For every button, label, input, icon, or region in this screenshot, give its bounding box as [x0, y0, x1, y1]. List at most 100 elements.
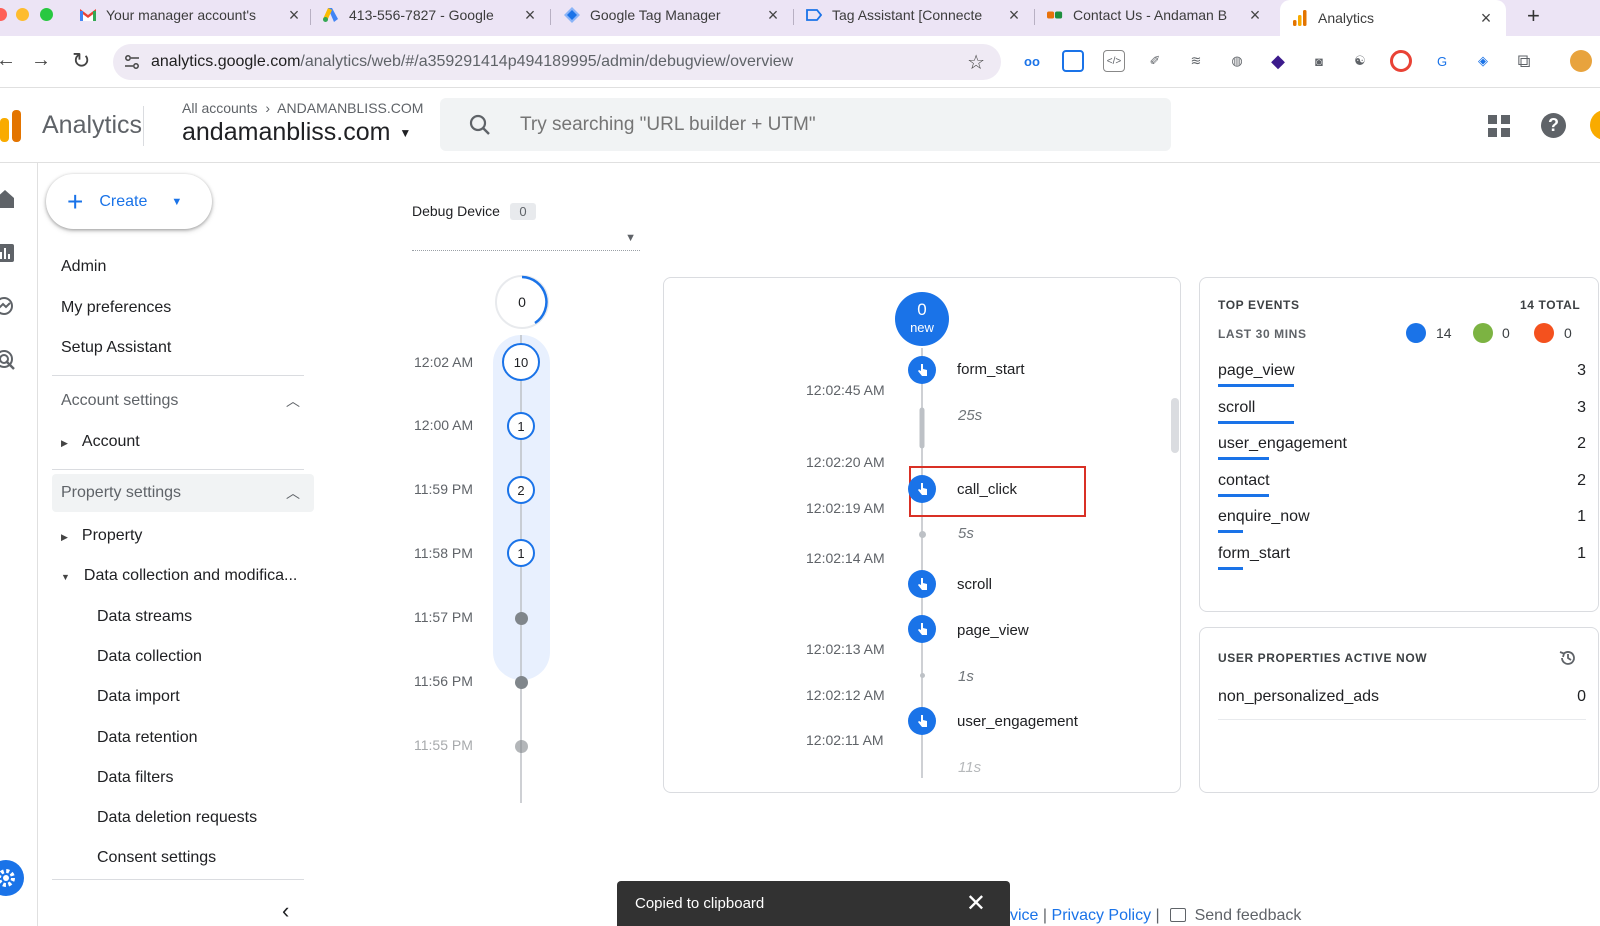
nav-consent-settings[interactable]: Consent settings [97, 849, 216, 867]
browser-tab[interactable]: Google Tag Manager × [564, 0, 781, 30]
extension-icon[interactable]: ◆ [1267, 50, 1289, 72]
event-name[interactable]: form_start [957, 361, 1025, 378]
top-event-name[interactable]: enquire_now [1218, 508, 1310, 526]
seconds-bubble[interactable]: 0 [495, 275, 549, 329]
close-icon[interactable]: × [522, 5, 538, 26]
minute-bubble[interactable]: 1 [507, 539, 535, 567]
nav-data-streams[interactable]: Data streams [97, 608, 192, 626]
nav-account[interactable]: ▶ Account [61, 433, 140, 451]
camera-icon[interactable]: ◙ [1308, 50, 1330, 72]
nav-data-filters[interactable]: Data filters [97, 769, 173, 787]
nav-my-preferences[interactable]: My preferences [61, 299, 171, 317]
reload-icon[interactable]: ↻ [72, 48, 90, 74]
nav-data-retention[interactable]: Data retention [97, 729, 198, 747]
advertising-icon[interactable] [0, 349, 16, 376]
close-icon[interactable]: × [286, 5, 302, 26]
nav-property-settings[interactable]: Property settings ︿ [52, 474, 314, 512]
account-avatar[interactable] [1590, 110, 1600, 140]
nav-data-import[interactable]: Data import [97, 688, 180, 706]
event-touch-icon[interactable] [908, 356, 936, 384]
window-minimize-dot[interactable] [16, 8, 29, 21]
extension-icon[interactable]: ◈ [1472, 50, 1494, 72]
extensions-puzzle-icon[interactable]: ⧉ [1513, 50, 1535, 72]
bookmark-star-icon[interactable]: ☆ [967, 50, 985, 75]
site-settings-icon[interactable] [113, 54, 151, 70]
window-maximize-dot[interactable] [40, 8, 53, 21]
nav-property[interactable]: ▶ Property [61, 527, 142, 545]
nav-account-settings[interactable]: Account settings ︿ [52, 382, 314, 420]
extension-icon[interactable] [1062, 50, 1084, 72]
event-name[interactable]: user_engagement [957, 713, 1078, 730]
top-event-name[interactable]: page_view [1218, 362, 1295, 380]
top-event-row[interactable]: scroll 3 [1218, 395, 1586, 431]
extension-icon[interactable]: ✐ [1144, 50, 1166, 72]
nav-setup-assistant[interactable]: Setup Assistant [61, 339, 171, 357]
extension-icon[interactable]: ◍ [1226, 50, 1248, 72]
window-close-dot[interactable] [0, 8, 7, 21]
extension-icon[interactable]: ≋ [1185, 50, 1207, 72]
forward-icon[interactable]: → [31, 49, 51, 72]
browser-tab-active[interactable]: Analytics × [1280, 0, 1506, 36]
close-icon[interactable]: × [1006, 5, 1022, 26]
event-touch-icon[interactable] [908, 570, 936, 598]
help-icon[interactable]: ? [1541, 113, 1566, 138]
search-input[interactable] [520, 113, 1140, 136]
terms-link[interactable]: vice [1010, 907, 1038, 924]
breadcrumb-all-accounts[interactable]: All accounts [182, 100, 257, 116]
extension-icon[interactable] [1390, 50, 1412, 72]
top-event-row[interactable]: contact 2 [1218, 468, 1586, 504]
admin-gear-icon[interactable] [0, 860, 24, 896]
event-name[interactable]: scroll [957, 576, 992, 593]
top-event-name[interactable]: user_engagement [1218, 435, 1347, 453]
collapse-nav-icon[interactable]: ‹ [282, 898, 289, 924]
extension-icon[interactable]: ☯ [1349, 50, 1371, 72]
minute-dot[interactable] [515, 612, 528, 625]
top-event-name[interactable]: form_start [1218, 545, 1290, 563]
create-button[interactable]: + Create ▼ [46, 174, 212, 229]
browser-tab[interactable]: Tag Assistant [Connecte × [806, 0, 1022, 30]
close-icon[interactable]: × [1247, 5, 1263, 26]
address-bar[interactable]: analytics.google.com/analytics/web/#/a35… [113, 44, 1001, 80]
nav-data-collection[interactable]: Data collection [97, 648, 202, 666]
breadcrumb[interactable]: All accounts › ANDAMANBLISS.COM [182, 100, 423, 116]
event-touch-icon[interactable] [908, 707, 936, 735]
top-event-row[interactable]: page_view 3 [1218, 358, 1586, 394]
close-icon[interactable]: ✕ [966, 889, 986, 918]
top-event-row[interactable]: user_engagement 2 [1218, 431, 1586, 467]
history-icon[interactable] [1558, 648, 1578, 673]
minute-bubble[interactable]: 10 [502, 343, 540, 381]
minute-dot[interactable] [515, 740, 528, 753]
reports-icon[interactable] [0, 243, 16, 268]
privacy-policy-link[interactable]: Privacy Policy [1052, 907, 1152, 924]
search-bar[interactable] [440, 98, 1171, 151]
apps-grid-icon[interactable] [1488, 115, 1510, 142]
extension-icon[interactable]: </> [1103, 50, 1125, 72]
breadcrumb-account[interactable]: ANDAMANBLISS.COM [277, 100, 423, 116]
browser-tab[interactable]: Contact Us - Andaman B × [1047, 0, 1263, 30]
minute-dot[interactable] [515, 676, 528, 689]
user-property-row[interactable]: non_personalized_ads 0 [1218, 684, 1586, 720]
browser-tab[interactable]: 413-556-7827 - Google × [323, 0, 538, 30]
translate-icon[interactable]: G [1431, 50, 1453, 72]
browser-tab[interactable]: Your manager account's × [80, 0, 302, 30]
event-touch-icon[interactable] [908, 615, 936, 643]
close-icon[interactable]: × [1478, 8, 1494, 29]
send-feedback-link[interactable]: Send feedback [1195, 907, 1302, 924]
new-tab-icon[interactable]: + [1527, 3, 1540, 29]
top-event-row[interactable]: enquire_now 1 [1218, 504, 1586, 540]
home-icon[interactable] [0, 189, 16, 214]
extension-icon[interactable]: oo [1021, 50, 1043, 72]
property-selector[interactable]: andamanbliss.com ▼ [182, 118, 411, 147]
top-event-name[interactable]: contact [1218, 472, 1270, 490]
nav-data-collection-modification[interactable]: ▼ Data collection and modifica... [61, 567, 297, 585]
explore-icon[interactable] [0, 296, 16, 323]
event-name[interactable]: page_view [957, 622, 1029, 639]
top-event-name[interactable]: scroll [1218, 399, 1255, 417]
new-events-bubble[interactable]: 0 new [895, 292, 949, 346]
back-icon[interactable]: ← [0, 49, 16, 72]
debug-device-selector[interactable]: Debug Device 0 ▼ [412, 203, 640, 251]
scrollbar[interactable] [1171, 398, 1179, 453]
profile-avatar[interactable] [1570, 50, 1592, 72]
event-name[interactable]: call_click [957, 481, 1017, 498]
top-event-row[interactable]: form_start 1 [1218, 541, 1586, 577]
